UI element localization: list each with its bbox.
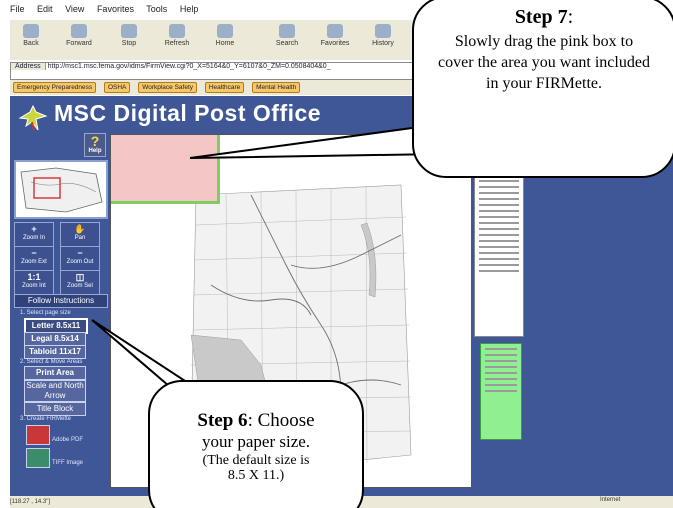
step7-callout: Step 7: Slowly drag the pink box to cove… — [412, 0, 673, 178]
step7-colon: : — [567, 6, 574, 28]
step7-body: Slowly drag the pink box to cover the ar… — [438, 33, 650, 92]
step6-body: your paper size. — [201, 432, 311, 451]
step6-heading: Step 6 — [197, 410, 248, 431]
step6-tail: : Choose — [247, 410, 315, 431]
screenshot-frame: File Edit View Favorites Tools Help Back… — [0, 0, 673, 508]
step7-heading: Step 7 — [514, 6, 568, 28]
step6-note: (The default size is — [202, 453, 310, 468]
step7-pointer — [189, 127, 441, 159]
step6-callout: Step 6: Choose your paper size. (The def… — [148, 380, 364, 508]
step6-note-size: 8.5 X 11.) — [227, 468, 285, 483]
